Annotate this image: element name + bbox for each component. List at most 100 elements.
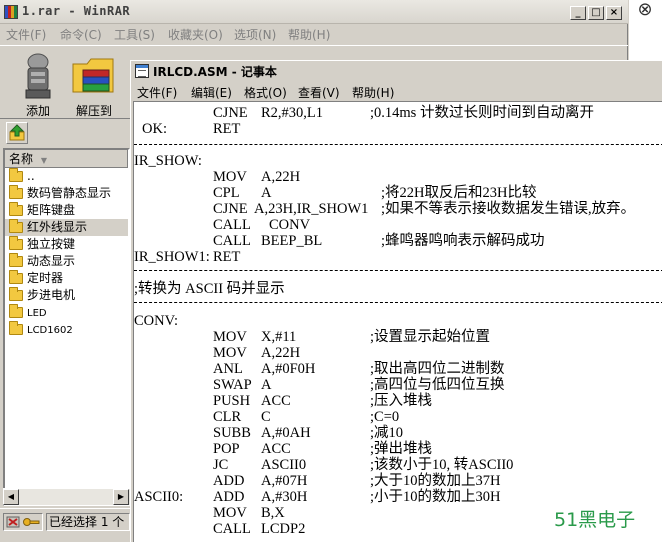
horizontal-scrollbar[interactable]: ◀ ▶: [3, 488, 130, 505]
menu-favorites[interactable]: 收藏夹(O): [168, 26, 223, 43]
code-args: A,22H: [261, 345, 301, 361]
folder-icon: [9, 321, 23, 335]
list-item[interactable]: 数码管静态显示: [5, 185, 128, 202]
menu-file[interactable]: 文件(F): [6, 26, 46, 43]
sort-down-icon: ▼: [40, 156, 47, 165]
folder-icon: [9, 304, 23, 318]
close-circle-icon[interactable]: ⊗: [631, 0, 659, 20]
code-args: CONV: [269, 217, 311, 233]
notepad-text-area[interactable]: CJNE R2,#30,L1 ;0.14ms 计数过长则时间到自动离开 OK: …: [133, 101, 662, 542]
folder-icon: [9, 236, 23, 250]
code-op: RET: [213, 121, 241, 137]
code-args: A: [261, 377, 272, 393]
list-item[interactable]: 动态显示: [5, 253, 128, 270]
code-args: A: [261, 185, 272, 201]
menu-commands[interactable]: 命令(C): [60, 26, 102, 43]
menu-options[interactable]: 选项(N): [234, 26, 276, 43]
separator-line: [134, 144, 662, 145]
extract-folder-icon: [72, 58, 114, 93]
list-item[interactable]: 定时器: [5, 270, 128, 287]
add-button[interactable]: 添加: [8, 50, 68, 118]
folder-icon: [9, 219, 23, 233]
code-op: JC: [213, 457, 229, 473]
scroll-right-icon[interactable]: ▶: [113, 489, 129, 505]
up-arrow-icon: [9, 124, 25, 141]
status-bar: 已经选择 1 个: [0, 508, 130, 542]
code-op: ANL: [213, 361, 243, 377]
code-op: PUSH: [213, 393, 251, 409]
minimize-button[interactable]: _: [570, 6, 586, 20]
np-menu-view[interactable]: 查看(V): [298, 84, 340, 101]
code-comment: ;高四位与低四位互换: [370, 377, 505, 393]
code-op: CALL: [213, 217, 251, 233]
menu-tools[interactable]: 工具(S): [114, 26, 155, 43]
column-header-name[interactable]: 名称 ▼: [5, 150, 128, 168]
code-op: MOV: [213, 345, 247, 361]
code-args: A,#0AH: [261, 425, 311, 441]
winrar-title-bar[interactable]: 1.rar - WinRAR _ □ ×: [0, 0, 628, 24]
code-op: ADD: [213, 489, 245, 505]
extract-to-button[interactable]: 解压到: [64, 50, 124, 118]
list-item-selected[interactable]: 红外线显示: [5, 219, 128, 236]
code-op: CPL: [213, 185, 240, 201]
np-menu-edit[interactable]: 编辑(E): [191, 84, 232, 101]
folder-icon: [9, 202, 23, 216]
code-label: IR_SHOW1:: [134, 249, 210, 265]
code-label: OK:: [142, 121, 167, 137]
extract-to-label: 解压到: [75, 104, 112, 118]
list-item[interactable]: 独立按键: [5, 236, 128, 253]
winrar-app-icon: [4, 5, 18, 19]
code-op: CALL: [213, 233, 251, 249]
code-args: R2,#30,L1: [261, 105, 324, 121]
np-menu-format[interactable]: 格式(O): [244, 84, 287, 101]
code-label: IR_SHOW:: [134, 153, 202, 169]
code-op: POP: [213, 441, 240, 457]
folder-icon: [9, 270, 23, 284]
code-op: ADD: [213, 473, 245, 489]
code-comment: ;减10: [370, 425, 404, 441]
np-menu-help[interactable]: 帮助(H): [352, 84, 394, 101]
code-comment: ;大于10的数加上37H: [370, 473, 501, 489]
code-comment: ;转换为 ASCII 码并显示: [134, 281, 285, 297]
file-list: 名称 ▼ .. 数码管静态显示 矩阵键盘 红外线显示 独立按键 动态显示 定时器…: [3, 148, 130, 506]
menu-help[interactable]: 帮助(H): [288, 26, 330, 43]
address-bar: [0, 118, 130, 146]
winrar-menu-bar: 文件(F) 命令(C) 工具(S) 收藏夹(O) 选项(N) 帮助(H): [0, 24, 628, 44]
code-comment: ;弹出堆栈: [370, 441, 433, 457]
code-args: ACC: [261, 441, 291, 457]
list-item[interactable]: 矩阵键盘: [5, 202, 128, 219]
notepad-title: IRLCD.ASM - 记事本: [153, 65, 277, 79]
close-button[interactable]: ×: [606, 6, 622, 20]
separator-line: [134, 302, 662, 303]
folder-icon: [9, 287, 23, 301]
code-args: LCDP2: [261, 521, 306, 537]
folder-icon: [9, 185, 23, 199]
list-item-parent[interactable]: ..: [5, 168, 128, 185]
up-folder-button[interactable]: [6, 122, 28, 144]
code-args: X,#11: [261, 329, 297, 345]
code-op: MOV: [213, 169, 247, 185]
add-archive-icon: [25, 53, 51, 99]
list-item[interactable]: LCD1602: [5, 321, 128, 338]
code-op: MOV: [213, 329, 247, 345]
code-comment: ;C=0: [370, 409, 400, 425]
status-text: 已经选择 1 个: [46, 513, 130, 531]
code-op: RET: [213, 249, 241, 265]
code-args: B,X: [261, 505, 285, 521]
code-args: ACC: [261, 393, 291, 409]
notepad-title-bar[interactable]: IRLCD.ASM - 记事本: [131, 61, 662, 81]
list-item[interactable]: 步进电机: [5, 287, 128, 304]
add-label: 添加: [25, 104, 50, 118]
code-args: A,#0F0H: [261, 361, 316, 377]
scroll-left-icon[interactable]: ◀: [3, 489, 19, 505]
maximize-button[interactable]: □: [588, 6, 604, 20]
code-args: C: [261, 409, 271, 425]
separator-line: [134, 270, 662, 271]
code-op: CALL: [213, 521, 251, 537]
code-op: SWAP: [213, 377, 252, 393]
code-op: CLR: [213, 409, 242, 425]
notepad-menu-bar: 文件(F) 编辑(E) 格式(O) 查看(V) 帮助(H): [131, 82, 662, 101]
np-menu-file[interactable]: 文件(F): [137, 84, 177, 101]
code-op: SUBB: [213, 425, 251, 441]
list-item[interactable]: LED: [5, 304, 128, 321]
